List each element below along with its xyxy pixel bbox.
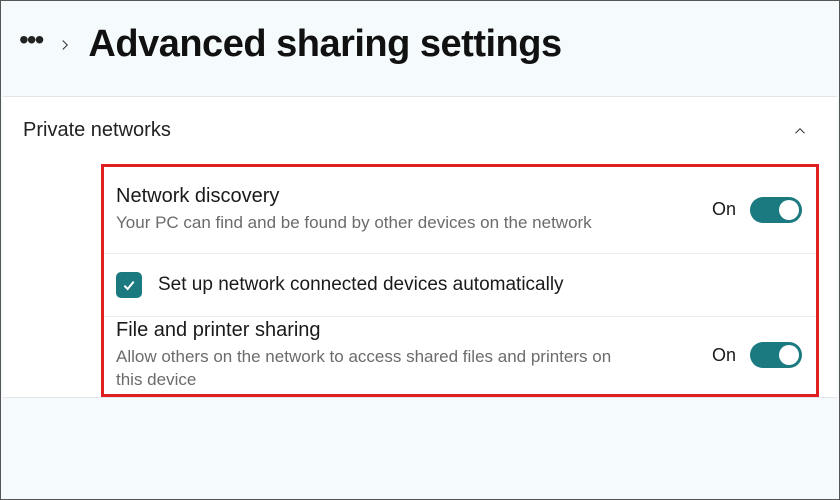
- auto-setup-checkbox[interactable]: [116, 272, 142, 298]
- auto-setup-row: Set up network connected devices automat…: [104, 253, 816, 316]
- file-printer-title: File and printer sharing: [116, 319, 712, 342]
- section-title: Private networks: [23, 119, 171, 142]
- auto-setup-label: Set up network connected devices automat…: [158, 274, 564, 296]
- toggle-knob: [779, 345, 799, 365]
- file-printer-desc: Allow others on the network to access sh…: [116, 346, 636, 392]
- section-toggle-private-networks[interactable]: Private networks: [3, 97, 837, 164]
- network-discovery-toggle[interactable]: [750, 197, 802, 223]
- network-discovery-desc: Your PC can find and be found by other d…: [116, 212, 636, 235]
- toggle-knob: [779, 200, 799, 220]
- file-printer-sharing-row: File and printer sharing Allow others on…: [104, 316, 816, 394]
- toggle-group: On: [712, 342, 802, 368]
- check-icon: [121, 277, 137, 293]
- toggle-group: On: [712, 197, 802, 223]
- chevron-right-icon: [56, 36, 74, 54]
- chevron-up-icon: [791, 122, 809, 140]
- private-networks-section: Private networks Network discovery Your …: [3, 96, 837, 398]
- toggle-state-label: On: [712, 199, 736, 220]
- network-discovery-row: Network discovery Your PC can find and b…: [104, 167, 816, 253]
- network-discovery-title: Network discovery: [116, 185, 712, 208]
- settings-window: ••• Advanced sharing settings Private ne…: [0, 0, 840, 500]
- file-printer-toggle[interactable]: [750, 342, 802, 368]
- highlighted-area: Network discovery Your PC can find and b…: [101, 164, 819, 397]
- page-title: Advanced sharing settings: [88, 23, 561, 66]
- row-text: File and printer sharing Allow others on…: [116, 319, 712, 392]
- toggle-state-label: On: [712, 345, 736, 366]
- row-text: Network discovery Your PC can find and b…: [116, 185, 712, 235]
- breadcrumb: ••• Advanced sharing settings: [1, 1, 839, 96]
- more-icon[interactable]: •••: [19, 26, 42, 64]
